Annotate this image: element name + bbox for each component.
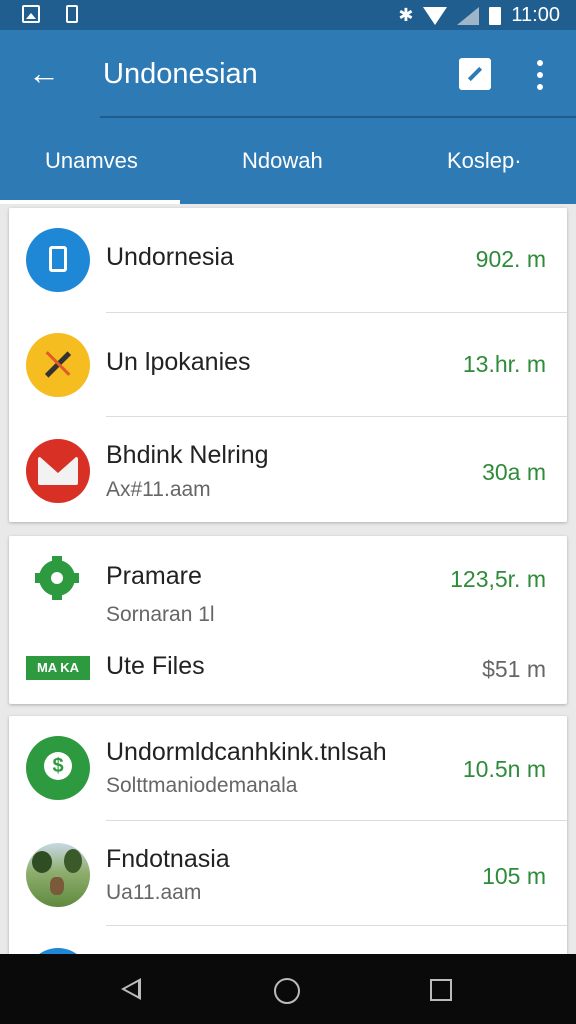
item-name: Bhdink Nelring bbox=[106, 441, 269, 469]
app-bar: ← Undonesian Unamves Ndowah Koslep· bbox=[0, 30, 576, 204]
back-arrow-icon[interactable]: ← bbox=[28, 56, 62, 90]
gmail-envelope-icon bbox=[26, 439, 90, 503]
list-item[interactable]: $ Undormldcanhkink.tnlsah Solttmaniodema… bbox=[9, 716, 567, 820]
item-name: Un lpokanies bbox=[106, 348, 251, 376]
list-item[interactable]: Bhdink Nelring Ax#11.aam 30a m bbox=[9, 417, 567, 522]
item-name: Undormldcanhkink.tnlsah bbox=[106, 738, 387, 766]
tab-koslep[interactable]: Koslep· bbox=[447, 148, 522, 174]
photo-thumbnail-icon bbox=[26, 843, 90, 907]
item-size: $51 m bbox=[482, 656, 546, 682]
item-name: Fndotnasia bbox=[106, 845, 230, 873]
nav-recents-icon[interactable] bbox=[430, 979, 452, 1001]
more-options-icon[interactable] bbox=[533, 60, 547, 90]
blue-bag-icon bbox=[26, 228, 90, 292]
nav-home-icon[interactable] bbox=[274, 978, 300, 1004]
list-item[interactable]: Un lpokanies 13.hr. m bbox=[9, 313, 567, 417]
item-subtitle: Solttmaniodemanala bbox=[106, 774, 298, 797]
green-dollar-icon: $ bbox=[26, 736, 90, 800]
app-list-card: $ Undormldcanhkink.tnlsah Solttmaniodema… bbox=[9, 716, 567, 1012]
item-size: 30a m bbox=[482, 459, 546, 485]
item-size: 10.5n m bbox=[462, 756, 546, 782]
app-list-card: Undornesia 902. m Un lpokanies 13.hr. m … bbox=[9, 208, 567, 522]
status-bar: ✱ 11:00 bbox=[0, 0, 576, 30]
app-list-card: Pramare Sornaran 1l 123,5r. m MA KA Ute … bbox=[9, 536, 567, 704]
tab-unamves[interactable]: Unamves bbox=[45, 148, 138, 174]
item-name: Ute Files bbox=[106, 652, 205, 680]
battery-icon bbox=[489, 6, 502, 25]
item-subtitle: Ua11.aam bbox=[106, 881, 202, 904]
clock: 11:00 bbox=[511, 4, 560, 26]
item-subtitle: Ax#11.aam bbox=[106, 478, 211, 501]
item-name: Pramare bbox=[106, 562, 202, 590]
green-label-icon: MA KA bbox=[26, 656, 90, 680]
list-item[interactable]: Undornesia 902. m bbox=[9, 208, 567, 312]
tab-ndowah[interactable]: Ndowah bbox=[242, 148, 323, 174]
list-item[interactable]: Pramare Sornaran 1l 123,5r. m bbox=[9, 536, 567, 636]
appbar-divider bbox=[100, 116, 576, 118]
item-subtitle: Sornaran 1l bbox=[106, 603, 215, 626]
tab-bar: Unamves Ndowah Koslep· bbox=[0, 134, 576, 204]
selected-tab-indicator bbox=[0, 200, 180, 204]
yellow-pencil-icon bbox=[26, 333, 90, 397]
navigation-bar bbox=[0, 954, 576, 1024]
bluetooth-icon: ✱ bbox=[398, 5, 414, 25]
item-size: 123,5r. m bbox=[450, 566, 546, 592]
page-title: Undonesian bbox=[103, 58, 258, 90]
list-item[interactable]: Fndotnasia Ua11.aam 105 m bbox=[9, 821, 567, 925]
edit-icon[interactable] bbox=[459, 58, 491, 90]
sd-card-icon bbox=[66, 5, 78, 23]
item-size: 105 m bbox=[482, 863, 546, 889]
item-size: 13.hr. m bbox=[462, 351, 546, 377]
item-size: 902. m bbox=[475, 246, 546, 272]
wifi-icon bbox=[423, 6, 448, 25]
cell-signal-icon bbox=[457, 6, 480, 25]
settings-gear-icon bbox=[35, 556, 79, 600]
image-notification-icon bbox=[22, 5, 40, 23]
nav-back-icon[interactable] bbox=[121, 978, 141, 1000]
list-item[interactable]: MA KA Ute Files $51 m bbox=[9, 636, 567, 704]
item-name: Undornesia bbox=[106, 243, 234, 271]
